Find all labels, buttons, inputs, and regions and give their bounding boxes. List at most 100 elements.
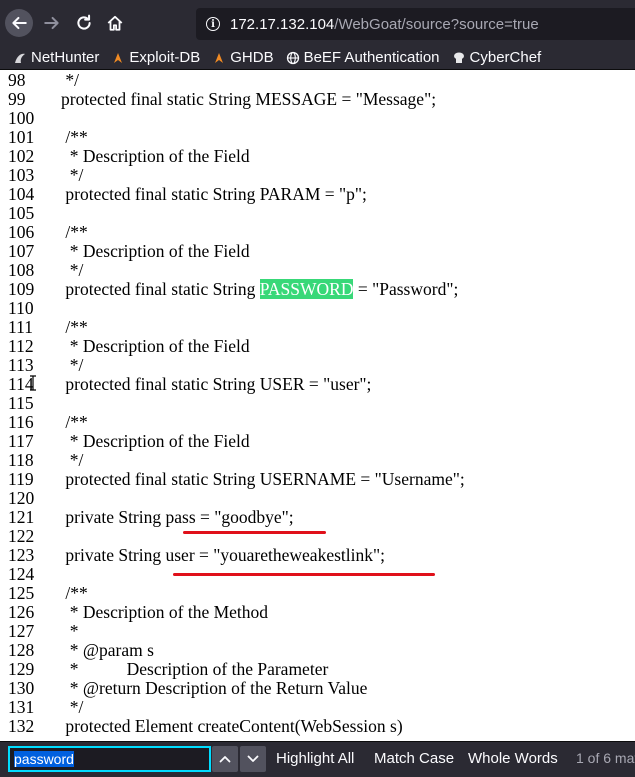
forward-button[interactable] [38,9,66,37]
find-match-highlight: PASSWORD [259,279,354,299]
line-code: * @param s [61,640,154,660]
source-line: 119 protected final static String USERNA… [0,470,635,489]
highlight-all-option[interactable]: Highlight All [276,750,354,767]
find-input[interactable]: password [8,746,211,772]
back-button[interactable] [5,9,33,37]
source-line: 108 */ [0,261,635,280]
red-underline-annotation [173,573,435,576]
source-line: 128 * @param s [0,641,635,660]
source-line: 129 * Description of the Parameter [0,660,635,679]
source-line: 112 * Description of the Field [0,337,635,356]
source-line: 126 * Description of the Method [0,603,635,622]
line-number: 131 [8,697,35,717]
exploit-db-icon [114,52,123,63]
source-line: 118 */ [0,451,635,470]
line-number: 105 [8,203,35,223]
arrow-left-icon [12,16,27,30]
line-code: protected final static String PASSWORD =… [61,279,459,299]
line-number: 99 [8,89,26,109]
bookmark-ghdb[interactable]: GHDB [212,49,274,66]
line-code: /** [61,412,88,432]
source-line: 111 /** [0,318,635,337]
bookmark-label: Exploit-DB [129,49,201,66]
bookmark-label: CyberChef [469,49,542,66]
source-line: 99 protected final static String MESSAGE … [0,90,635,109]
source-line: 113 */ [0,356,635,375]
source-line: 116 /** [0,413,635,432]
text-cursor-icon [29,375,37,391]
reload-icon [77,14,91,30]
line-number: 125 [8,583,35,603]
line-number: 118 [8,450,34,470]
line-number: 130 [8,678,35,698]
line-number: 101 [8,127,35,147]
line-code: */ [61,70,79,90]
source-line: 122 [0,527,635,546]
source-line: 130 * @return Description of the Return … [0,679,635,698]
line-number: 109 [8,279,35,299]
source-line: 123 private String user = "youaretheweak… [0,546,635,565]
line-number: 98 [8,70,26,90]
globe-icon [286,51,299,64]
reload-button[interactable] [70,9,98,37]
line-number: 104 [8,184,35,204]
source-line: 120 [0,489,635,508]
line-number: 106 [8,222,35,242]
chevron-up-icon [219,756,231,763]
source-line: 132 protected Element createContent(WebS… [0,717,635,736]
bookmarks-bar: NetHunter Exploit-DB GHDB BeEF Authentic… [0,46,635,70]
ghdb-icon [215,52,224,63]
arrow-right-icon [44,16,59,30]
bookmark-beef[interactable]: BeEF Authentication [286,49,440,66]
code-segment: = "Password"; [353,279,459,299]
line-number: 117 [8,431,34,451]
line-code: /** [61,127,88,147]
home-button[interactable] [101,9,129,37]
find-next-button[interactable] [240,746,266,772]
source-line: 103 */ [0,166,635,185]
match-case-option[interactable]: Match Case [374,750,454,767]
source-line: 125 /** [0,584,635,603]
line-number: 107 [8,241,35,261]
line-number: 122 [8,526,35,546]
site-info-icon[interactable]: i [206,17,220,31]
line-code: /** [61,222,88,242]
url-path: /WebGoat/source?source=true [334,15,539,33]
line-number: 110 [8,298,34,318]
line-number: 102 [8,146,35,166]
line-code: private String pass = "goodbye"; [61,507,294,527]
url-text: 172.17.132.104/WebGoat/source?source=tru… [230,16,539,33]
line-code: */ [61,165,84,185]
bookmark-nethunter[interactable]: NetHunter [13,49,99,66]
line-number: 115 [8,393,34,413]
line-number: 108 [8,260,35,280]
red-underline-annotation [183,531,326,534]
line-number: 132 [8,716,35,736]
line-number: 120 [8,488,35,508]
source-line: 131 */ [0,698,635,717]
line-code: private String user = "youaretheweakestl… [61,545,385,565]
line-number: 113 [8,355,34,375]
whole-words-option[interactable]: Whole Words [468,750,558,767]
address-bar[interactable]: i 172.17.132.104/WebGoat/source?source=t… [196,8,635,40]
bookmark-label: NetHunter [31,49,100,66]
source-line: 107 * Description of the Field [0,242,635,261]
line-code: * Description of the Field [61,431,250,451]
url-host: 172.17.132.104 [230,15,335,33]
find-previous-button[interactable] [212,746,238,772]
line-number: 128 [8,640,35,660]
line-code: protected Element createContent(WebSessi… [61,716,403,736]
bookmark-cyberchef[interactable]: CyberChef [452,49,542,66]
source-view: 98 */ 99 protected final static String MES… [0,70,635,741]
line-code: protected final static String USERNAME =… [61,469,465,489]
line-number: 103 [8,165,35,185]
line-number: 116 [8,412,34,432]
source-line: 100 [0,109,635,128]
line-code: protected final static String PARAM = "p… [61,184,367,204]
source-line: 105 [0,204,635,223]
line-code: * Description of the Parameter [61,659,329,679]
bookmark-exploit-db[interactable]: Exploit-DB [111,49,200,66]
line-code: */ [61,697,84,717]
line-number: 119 [8,469,34,489]
line-code: protected final static String MESSAGE = … [61,89,437,109]
